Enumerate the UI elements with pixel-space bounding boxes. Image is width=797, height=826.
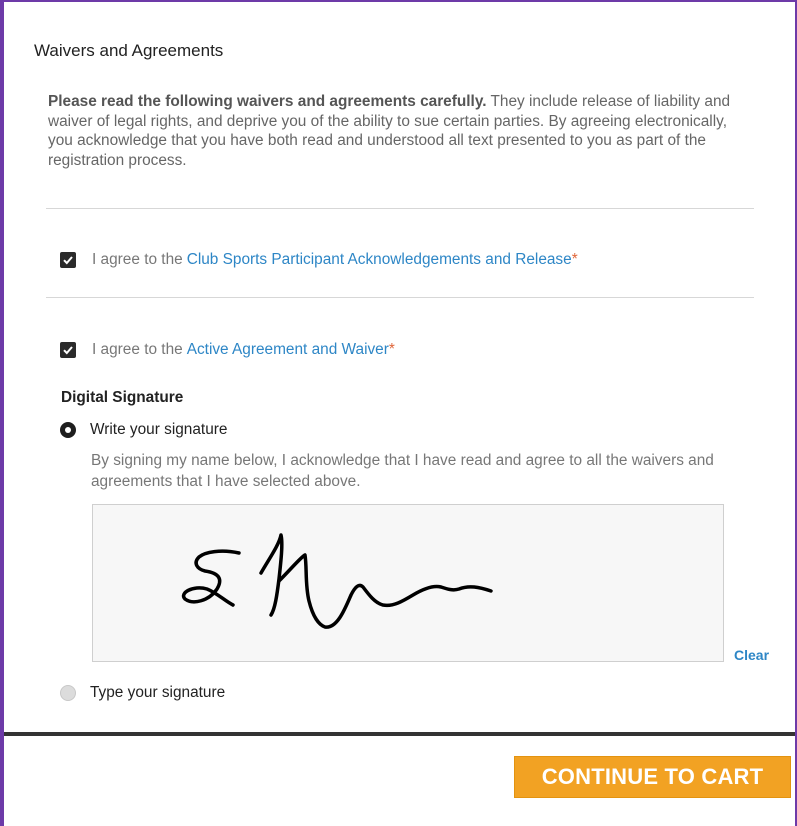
signature-pad[interactable] xyxy=(92,504,724,662)
agreement-prefix: I agree to the xyxy=(92,251,183,268)
write-signature-label: Write your signature xyxy=(90,421,228,438)
digital-signature-heading: Digital Signature xyxy=(61,389,184,406)
checkmark-icon xyxy=(63,346,73,355)
active-waiver-link[interactable]: Active Agreement and Waiver xyxy=(187,341,389,359)
write-signature-option[interactable]: Write your signature xyxy=(60,421,227,439)
divider xyxy=(46,297,754,298)
type-signature-option[interactable]: Type your signature xyxy=(60,684,225,702)
required-asterisk: * xyxy=(571,251,578,268)
active-waiver-checkbox[interactable] xyxy=(60,342,76,358)
frame-border-top xyxy=(0,0,797,2)
section-title: Waivers and Agreements xyxy=(34,41,224,60)
frame-border-left xyxy=(0,0,4,826)
agreement-prefix: I agree to the xyxy=(92,341,183,358)
signature-note: By signing my name below, I acknowledge … xyxy=(91,452,714,490)
divider xyxy=(46,208,754,209)
type-signature-label: Type your signature xyxy=(90,684,226,701)
required-asterisk: * xyxy=(388,341,395,358)
signature-stroke xyxy=(181,533,493,629)
continue-to-cart-button[interactable]: CONTINUE TO CART xyxy=(514,756,791,798)
write-signature-radio[interactable] xyxy=(60,422,76,438)
agreement-row-club-sports: I agree to the Club Sports Participant A… xyxy=(60,250,578,270)
clear-signature-link[interactable]: Clear xyxy=(734,647,769,663)
checkmark-icon xyxy=(63,256,73,265)
agreement-row-active-waiver: I agree to the Active Agreement and Waiv… xyxy=(60,340,395,360)
club-sports-agreement-link[interactable]: Club Sports Participant Acknowledgements… xyxy=(187,251,572,269)
intro-text: Please read the following waivers and ag… xyxy=(48,92,738,170)
club-sports-checkbox[interactable] xyxy=(60,252,76,268)
intro-bold: Please read the following waivers and ag… xyxy=(48,93,487,110)
type-signature-radio[interactable] xyxy=(60,685,76,701)
footer-divider xyxy=(4,732,795,736)
